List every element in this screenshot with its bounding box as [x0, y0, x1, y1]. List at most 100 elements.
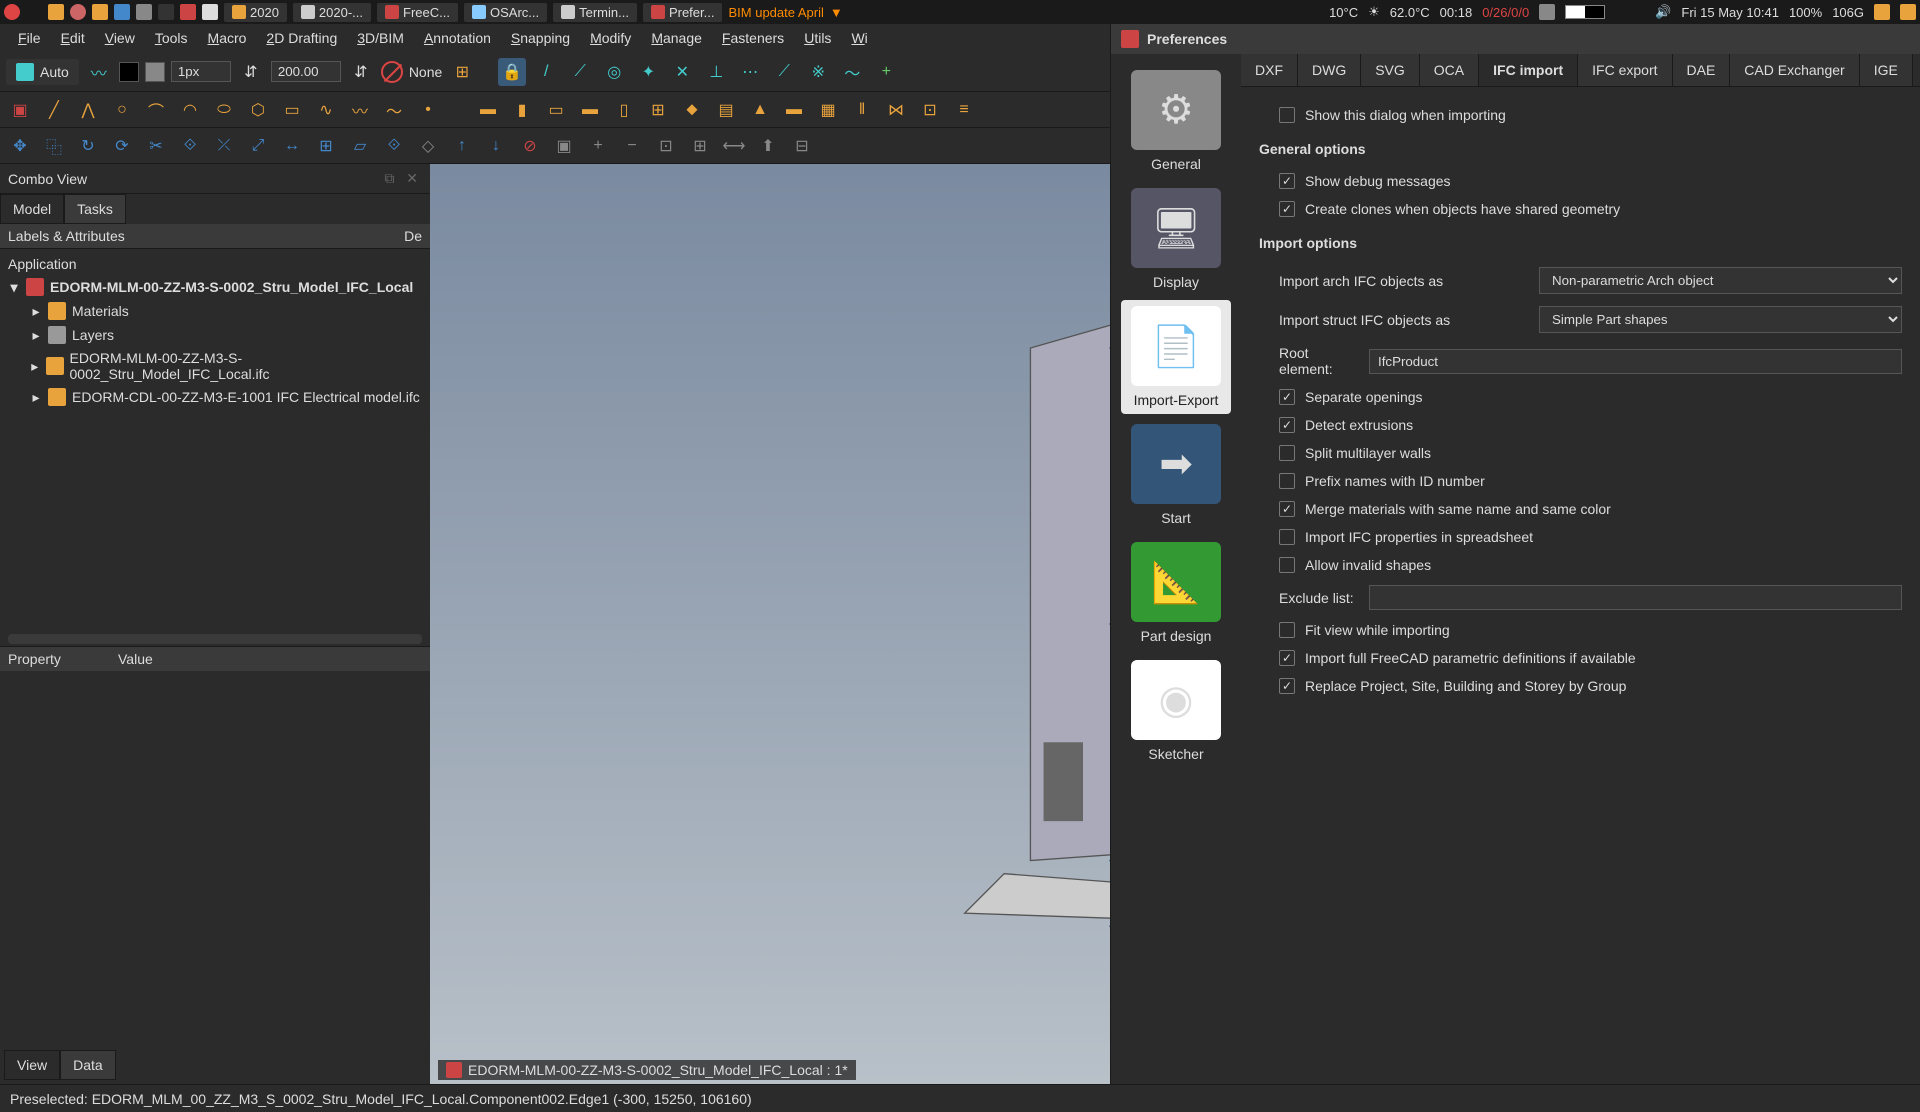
truss-icon[interactable]: ⋈	[882, 96, 910, 124]
prefs-category-display[interactable]: 🖥Display	[1121, 182, 1231, 296]
collapse-icon[interactable]: ▾	[8, 279, 20, 296]
snap-add-icon[interactable]: +	[872, 58, 900, 86]
taskbar-button[interactable]: 2020	[224, 3, 287, 22]
model-tree[interactable]: Application ▾ EDORM-MLM-00-ZZ-M3-S-0002_…	[0, 249, 430, 632]
app-icon[interactable]	[70, 4, 86, 20]
option-checkbox[interactable]	[1279, 201, 1295, 217]
stroke-color-swatch[interactable]	[145, 62, 165, 82]
tree-row-root[interactable]: ▾ EDORM-MLM-00-ZZ-M3-S-0002_Stru_Model_I…	[0, 275, 430, 299]
add-icon[interactable]: +	[584, 132, 612, 160]
prefs-category-partdesign[interactable]: 📐Part design	[1121, 536, 1231, 650]
sketch-icon[interactable]: ▣	[6, 96, 34, 124]
snap-intersect-icon[interactable]: ✕	[668, 58, 696, 86]
menu-2ddrafting[interactable]: 2D Drafting	[256, 26, 347, 50]
workspace-switcher[interactable]	[1565, 5, 1605, 19]
draft2sketch-icon[interactable]: ▱	[346, 132, 374, 160]
taskbar-button[interactable]: Prefer...	[643, 3, 723, 22]
option-checkbox[interactable]	[1279, 557, 1295, 573]
rebar-icon[interactable]: ≡	[950, 96, 978, 124]
taskbar-button[interactable]: FreeC...	[377, 3, 458, 22]
app-icon[interactable]	[48, 4, 64, 20]
menu-macro[interactable]: Macro	[198, 26, 257, 50]
close-icon[interactable]	[4, 4, 20, 20]
slab-icon[interactable]: ▬	[576, 96, 604, 124]
app-icon[interactable]	[26, 4, 42, 20]
bim-text[interactable]: BIM update April	[728, 5, 823, 20]
option-checkbox[interactable]	[1279, 678, 1295, 694]
remove-icon[interactable]: −	[618, 132, 646, 160]
clone-icon[interactable]: ▣	[550, 132, 578, 160]
lock-icon[interactable]: 🔒	[498, 58, 526, 86]
prefs-category-general[interactable]: ⚙General	[1121, 64, 1231, 178]
prefs-category-sketcher[interactable]: ◉Sketcher	[1121, 654, 1231, 768]
move-icon[interactable]: ✥	[6, 132, 34, 160]
tree-row[interactable]: ▸Layers	[0, 323, 430, 347]
copy-icon[interactable]: ⿻	[40, 132, 68, 160]
close-icon[interactable]: ✕	[402, 170, 422, 186]
expand-icon[interactable]: ▸	[30, 327, 42, 344]
cut-icon[interactable]: ⊟	[788, 132, 816, 160]
roof-icon[interactable]: ▲	[746, 96, 774, 124]
tree-row[interactable]: ▸EDORM-MLM-00-ZZ-M3-S-0002_Stru_Model_IF…	[0, 347, 430, 385]
prefs-category-importexport[interactable]: 📄Import-Export	[1121, 300, 1231, 414]
equip-icon[interactable]: ⊡	[916, 96, 944, 124]
arc-icon[interactable]: ⌒	[142, 96, 170, 124]
menu-wi[interactable]: Wi	[841, 26, 877, 50]
grid-icon[interactable]: ⊞	[448, 58, 476, 86]
split-icon[interactable]: ⤫	[210, 132, 238, 160]
line-icon[interactable]: ╱	[40, 96, 68, 124]
mirror-icon[interactable]: ⟷	[720, 132, 748, 160]
tab-data[interactable]: Data	[60, 1050, 116, 1080]
fence-icon[interactable]: ‖	[848, 96, 876, 124]
point-icon[interactable]: •	[414, 96, 442, 124]
spinner-up-icon[interactable]: ⇵	[237, 58, 265, 86]
expand-icon[interactable]: ▸	[30, 389, 42, 406]
circle-icon[interactable]: ○	[108, 96, 136, 124]
wall-icon[interactable]: ▬	[474, 96, 502, 124]
app-icon[interactable]	[92, 4, 108, 20]
clock[interactable]: Fri 15 May 10:41	[1681, 5, 1779, 20]
expand-icon[interactable]: ▸	[29, 358, 40, 375]
snap-special-icon[interactable]: ※	[804, 58, 832, 86]
undock-icon[interactable]: ⧉	[380, 170, 398, 186]
tree-row[interactable]: ▸EDORM-CDL-00-ZZ-M3-E-1001 IFC Electrica…	[0, 385, 430, 409]
prefs-tab-ifcimport[interactable]: IFC import	[1479, 54, 1578, 86]
option-checkbox[interactable]	[1279, 417, 1295, 433]
tab-tasks[interactable]: Tasks	[64, 194, 126, 224]
struct-objects-select[interactable]: Simple Part shapes	[1539, 306, 1902, 333]
app-icon[interactable]	[158, 4, 174, 20]
snap-perp-icon[interactable]: ⊥	[702, 58, 730, 86]
window-icon[interactable]: ⊞	[644, 96, 672, 124]
option-checkbox[interactable]	[1279, 445, 1295, 461]
tab-view[interactable]: View	[4, 1050, 60, 1080]
snap-ext-icon[interactable]: ⋯	[736, 58, 764, 86]
snap-midpoint-icon[interactable]: ⟋	[566, 58, 594, 86]
taskbar-button[interactable]: 2020-...	[293, 3, 371, 22]
taskbar-button[interactable]: OSArc...	[464, 3, 547, 22]
app-icon[interactable]	[114, 4, 130, 20]
panel-icon[interactable]: ▬	[780, 96, 808, 124]
volume-icon[interactable]: 🔊	[1655, 4, 1671, 20]
preferences-titlebar[interactable]: Preferences	[1111, 24, 1920, 54]
color-tool-icon[interactable]: 〰	[85, 58, 113, 86]
option-checkbox[interactable]	[1279, 622, 1295, 638]
tab-model[interactable]: Model	[0, 194, 64, 224]
menu-annotation[interactable]: Annotation	[414, 26, 501, 50]
show-dialog-checkbox[interactable]	[1279, 107, 1295, 123]
scrollbar-horizontal[interactable]	[8, 634, 422, 644]
menu-edit[interactable]: Edit	[51, 26, 95, 50]
menu-file[interactable]: File	[8, 26, 51, 50]
snap-near-icon[interactable]: 〜	[838, 58, 866, 86]
snap-parallel-icon[interactable]: ⟋	[770, 58, 798, 86]
pipe-icon[interactable]: ⬥	[678, 96, 706, 124]
upgrade-icon[interactable]: ⟐	[380, 132, 408, 160]
rect-icon[interactable]: ▭	[278, 96, 306, 124]
fill-color-swatch[interactable]	[119, 62, 139, 82]
prefs-tab-dxf[interactable]: DXF	[1241, 54, 1298, 86]
linewidth-input[interactable]	[171, 61, 231, 82]
bspline-icon[interactable]: ∿	[312, 96, 340, 124]
width-input[interactable]	[271, 61, 341, 82]
up-icon[interactable]: ↑	[448, 132, 476, 160]
dropdown-icon[interactable]: ▼	[830, 5, 843, 20]
app-icon[interactable]	[136, 4, 152, 20]
